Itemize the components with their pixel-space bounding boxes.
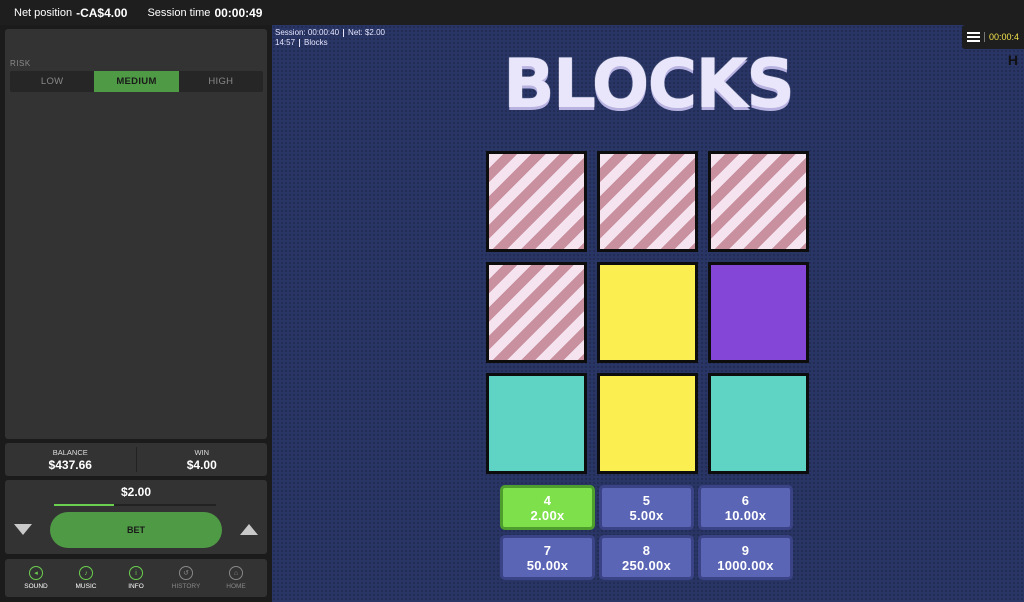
- game-area: Session: 00:00:40 Net: $2.00 14:57 Blocks …: [272, 25, 1024, 602]
- multiplier-value: 50.00x: [526, 557, 569, 573]
- session-time-label: Session time: [147, 6, 211, 19]
- multiplier-tile: 9 1000.00x: [698, 535, 793, 580]
- multiplier-count: 8: [642, 542, 651, 558]
- multiplier-tile: 7 50.00x: [500, 535, 595, 580]
- music-note-icon: ♪: [79, 566, 93, 580]
- nav-history[interactable]: ↺ HISTORY: [166, 566, 206, 590]
- speaker-icon: ◂: [29, 566, 43, 580]
- history-icon: ↺: [179, 566, 193, 580]
- multiplier-tile: 4 2.00x: [500, 485, 595, 530]
- win-label: WIN: [194, 447, 210, 457]
- risk-selector: LOW MEDIUM HIGH: [10, 71, 263, 92]
- nav-history-label: HISTORY: [171, 583, 201, 590]
- increase-bet-button[interactable]: [240, 524, 258, 535]
- home-icon: ⌂: [229, 566, 243, 580]
- win-display: WIN $4.00: [137, 443, 268, 476]
- multiplier-count: 5: [642, 492, 651, 508]
- multiplier-value: 5.00x: [629, 507, 664, 523]
- multiplier-tile: 5 5.00x: [599, 485, 694, 530]
- nav-sound-label: SOUND: [24, 583, 48, 590]
- risk-medium-button[interactable]: MEDIUM: [94, 71, 179, 92]
- balance-win-panel: BALANCE $437.66 WIN $4.00: [5, 443, 267, 476]
- block-striped: [486, 262, 587, 363]
- nav-info[interactable]: i INFO: [116, 566, 156, 590]
- session-time-value: 00:00:49: [214, 5, 263, 20]
- balance-display: BALANCE $437.66: [5, 443, 136, 476]
- net-position-value: -CA$4.00: [76, 5, 128, 20]
- bet-panel: $2.00 BET: [5, 480, 267, 554]
- bottom-nav: ◂ SOUND ♪ MUSIC i INFO ↺ HISTORY ⌂ HOME: [5, 559, 267, 597]
- overlay-net-label: Net:: [348, 28, 363, 37]
- bet-amount: $2.00: [120, 485, 152, 499]
- block-purple: [708, 262, 809, 363]
- multiplier-value: 10.00x: [724, 507, 767, 523]
- win-value: $4.00: [186, 457, 217, 472]
- overlay-session: Session: 00:00:40: [275, 28, 340, 37]
- game-logo: BLOCKS: [502, 45, 795, 124]
- control-panel: RISK LOW MEDIUM HIGH BALANCE $437.66 WIN…: [0, 25, 272, 602]
- risk-low-button[interactable]: LOW: [10, 71, 94, 92]
- multiplier-count: 7: [543, 542, 552, 558]
- block-striped: [486, 151, 587, 252]
- risk-high-button[interactable]: HIGH: [179, 71, 263, 92]
- settings-panel: RISK LOW MEDIUM HIGH: [5, 29, 267, 439]
- block-teal: [708, 373, 809, 474]
- nav-music[interactable]: ♪ MUSIC: [66, 566, 106, 590]
- block-striped: [597, 151, 698, 252]
- block-yellow: [597, 373, 698, 474]
- multiplier-tile: 8 250.00x: [599, 535, 694, 580]
- nav-sound[interactable]: ◂ SOUND: [16, 566, 56, 590]
- decrease-bet-button[interactable]: [14, 524, 32, 535]
- multiplier-value: 1000.00x: [717, 557, 774, 573]
- info-icon: i: [129, 566, 143, 580]
- nav-music-label: MUSIC: [75, 583, 97, 590]
- nav-home[interactable]: ⌂ HOME: [216, 566, 256, 590]
- top-bar: Net position -CA$4.00 Session time 00:00…: [0, 0, 1024, 25]
- nav-info-label: INFO: [128, 583, 144, 590]
- overlay-net-value: $2.00: [364, 28, 385, 37]
- block-teal: [486, 373, 587, 474]
- menu-session-time: 00:00:4: [984, 32, 1019, 42]
- bet-slider-fill: [54, 504, 114, 506]
- bet-button[interactable]: BET: [50, 512, 222, 548]
- multiplier-table: 4 2.00x 5 5.00x 6 10.00x 7 50.00x 8 250.00x 9 1000.…: [500, 485, 796, 583]
- net-position-label: Net position: [14, 6, 73, 19]
- multiplier-count: 4: [543, 492, 552, 508]
- bet-slider[interactable]: [54, 504, 216, 506]
- balance-label: BALANCE: [52, 447, 88, 457]
- multiplier-value: 2.00x: [530, 507, 565, 523]
- nav-home-label: HOME: [226, 583, 246, 590]
- multiplier-value: 250.00x: [621, 557, 672, 573]
- multiplier-count: 6: [741, 492, 750, 508]
- balance-value: $437.66: [48, 457, 92, 472]
- block-yellow: [597, 262, 698, 363]
- risk-label: RISK: [10, 59, 31, 68]
- block-grid: [486, 151, 812, 475]
- multiplier-count: 9: [741, 542, 750, 558]
- block-striped: [708, 151, 809, 252]
- multiplier-tile: 6 10.00x: [698, 485, 793, 530]
- hamburger-icon: [967, 32, 980, 42]
